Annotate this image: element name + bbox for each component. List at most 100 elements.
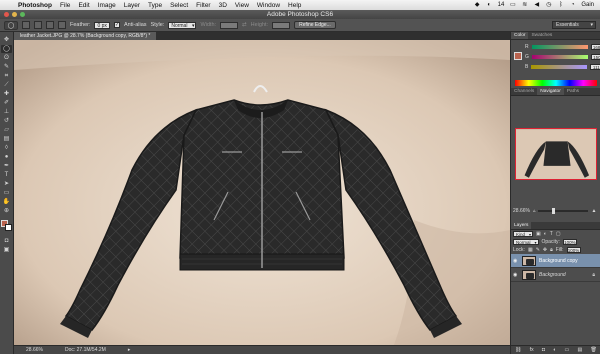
zoom-out-icon[interactable]: ▵ [533, 208, 536, 214]
dodge-tool-icon[interactable]: ● [1, 153, 12, 161]
blue-value-input[interactable]: 111 [590, 64, 600, 70]
layer-name[interactable]: Background [539, 272, 566, 278]
red-value-input[interactable]: 168 [590, 44, 600, 50]
subtract-selection-mode-button[interactable] [46, 21, 54, 29]
eyedropper-tool-icon[interactable]: ⟋ [1, 81, 12, 89]
pen-tool-icon[interactable]: ✒ [1, 162, 12, 170]
menu-help[interactable]: Help [284, 2, 305, 9]
blend-mode-select[interactable]: Normal [513, 239, 539, 246]
width-input[interactable] [220, 21, 239, 29]
refine-edge-button[interactable]: Refine Edge... [294, 21, 336, 29]
healing-brush-tool-icon[interactable]: ✚ [1, 90, 12, 98]
clock-icon[interactable]: ◷ [545, 2, 552, 8]
delete-layer-icon[interactable]: 🗑︎ [591, 347, 597, 353]
gradient-tool-icon[interactable]: ▤ [1, 135, 12, 143]
color-panel-foreground-swatch[interactable] [514, 52, 522, 60]
screen-mode-icon[interactable]: ▣ [1, 246, 12, 254]
blur-tool-icon[interactable]: ◊ [1, 144, 12, 152]
status-menu-arrow-icon[interactable]: ▸ [128, 347, 131, 353]
filter-pixel-icon[interactable]: ▣ [536, 231, 541, 237]
marquee-tool-preset-picker[interactable]: ◯ [4, 20, 18, 30]
menu-layer[interactable]: Layer [120, 2, 144, 9]
style-select[interactable]: Normal [168, 21, 197, 30]
adjustment-layer-icon[interactable]: ◐ [553, 347, 556, 353]
layer-kind-select[interactable]: Kind [513, 231, 534, 238]
move-tool-icon[interactable]: ✥ [1, 36, 12, 44]
green-value-input[interactable]: 150 [590, 54, 600, 60]
eraser-tool-icon[interactable]: ▱ [1, 126, 12, 134]
link-layers-icon[interactable]: ⛓ [515, 347, 521, 353]
menu-window[interactable]: Window [253, 2, 284, 9]
menu-file[interactable]: File [56, 2, 74, 9]
filter-adjustment-icon[interactable]: ◐ [544, 231, 547, 237]
tab-color[interactable]: Color [511, 32, 529, 39]
document-tab[interactable]: leather Jacket.JPG @ 28.7% (Background c… [14, 32, 157, 40]
bluetooth-icon[interactable]: ᛒ [557, 2, 564, 8]
red-slider[interactable] [531, 45, 588, 49]
lock-position-icon[interactable]: ✥ [543, 247, 547, 253]
swap-dimensions-icon[interactable]: ⇄ [242, 22, 247, 28]
audio-icon[interactable]: ◐ [486, 2, 493, 8]
fill-input[interactable]: 100% [566, 247, 581, 253]
antialias-checkbox[interactable]: ✓ [113, 22, 120, 28]
green-slider[interactable] [531, 55, 588, 59]
intersect-selection-mode-button[interactable] [58, 21, 66, 29]
filter-type-icon[interactable]: T [550, 231, 553, 237]
brush-tool-icon[interactable]: ✐ [1, 99, 12, 107]
wifi-icon[interactable]: ≋ [521, 2, 528, 8]
lock-transparent-icon[interactable]: ▦ [528, 247, 533, 253]
color-spectrum-bar[interactable] [515, 80, 597, 86]
zoom-slider-knob[interactable] [552, 208, 556, 214]
shape-tool-icon[interactable]: ▭ [1, 189, 12, 197]
layer-row-background[interactable]: ◉ Background 🔒︎ [511, 268, 600, 282]
battery-icon[interactable]: ▭ [509, 2, 516, 8]
tab-channels[interactable]: Channels [511, 88, 537, 95]
new-group-icon[interactable]: ▭ [565, 347, 570, 353]
filter-shape-icon[interactable]: ▢ [556, 231, 561, 237]
path-selection-tool-icon[interactable]: ➤ [1, 180, 12, 188]
menu-type[interactable]: Type [144, 2, 166, 9]
document-canvas[interactable] [14, 40, 510, 345]
zoom-in-icon[interactable]: ▲ [591, 208, 596, 214]
history-brush-tool-icon[interactable]: ↺ [1, 117, 12, 125]
quick-selection-tool-icon[interactable]: ✎ [1, 63, 12, 71]
status-count[interactable]: 14 [498, 2, 505, 8]
menu-app-name[interactable]: Photoshop [14, 2, 56, 9]
color-swatches[interactable] [0, 220, 13, 232]
menu-view[interactable]: View [231, 2, 253, 9]
navigator-zoom-value[interactable]: 28.66% [513, 208, 530, 214]
lasso-tool-icon[interactable]: ʘ [1, 54, 12, 62]
volume-icon[interactable]: ◀ [533, 2, 540, 8]
lock-image-icon[interactable]: ✎ [536, 247, 540, 253]
feather-input[interactable]: 0 px [94, 21, 110, 29]
add-selection-mode-button[interactable] [34, 21, 42, 29]
zoom-tool-icon[interactable]: ⊕ [1, 207, 12, 215]
background-color-swatch[interactable] [4, 224, 12, 231]
height-input[interactable] [272, 21, 291, 29]
navigator-thumbnail[interactable] [515, 128, 597, 180]
type-tool-icon[interactable]: T [1, 171, 12, 179]
menu-filter[interactable]: Filter [192, 2, 214, 9]
zoom-window-button[interactable] [20, 12, 25, 17]
tab-paths[interactable]: Paths [564, 88, 582, 95]
layer-row-background-copy[interactable]: ◉ Background copy [511, 254, 600, 268]
marquee-tool-icon[interactable]: ◯ [1, 45, 12, 53]
user-name[interactable]: Gain [581, 2, 594, 8]
workspace-switcher[interactable]: Essentials [552, 21, 596, 29]
tab-swatches[interactable]: Swatches [528, 32, 555, 39]
menu-edit[interactable]: Edit [74, 2, 93, 9]
lock-all-icon[interactable]: 🔒︎ [550, 247, 553, 253]
add-mask-icon[interactable]: ◘ [542, 347, 545, 353]
close-window-button[interactable] [4, 12, 9, 17]
tab-layers[interactable]: Layers [511, 222, 532, 229]
menu-image[interactable]: Image [94, 2, 120, 9]
visibility-eye-icon[interactable]: ◉ [513, 258, 519, 264]
time-machine-icon[interactable]: ◔ [569, 2, 576, 8]
minimize-window-button[interactable] [12, 12, 17, 17]
layer-style-icon[interactable]: fx [530, 347, 534, 353]
layer-name[interactable]: Background copy [539, 258, 578, 264]
clone-stamp-tool-icon[interactable]: ⊥ [1, 108, 12, 116]
crop-tool-icon[interactable]: ⌗ [1, 72, 12, 80]
status-zoom[interactable]: 28.66% [26, 347, 43, 353]
hand-tool-icon[interactable]: ✋ [1, 198, 12, 206]
